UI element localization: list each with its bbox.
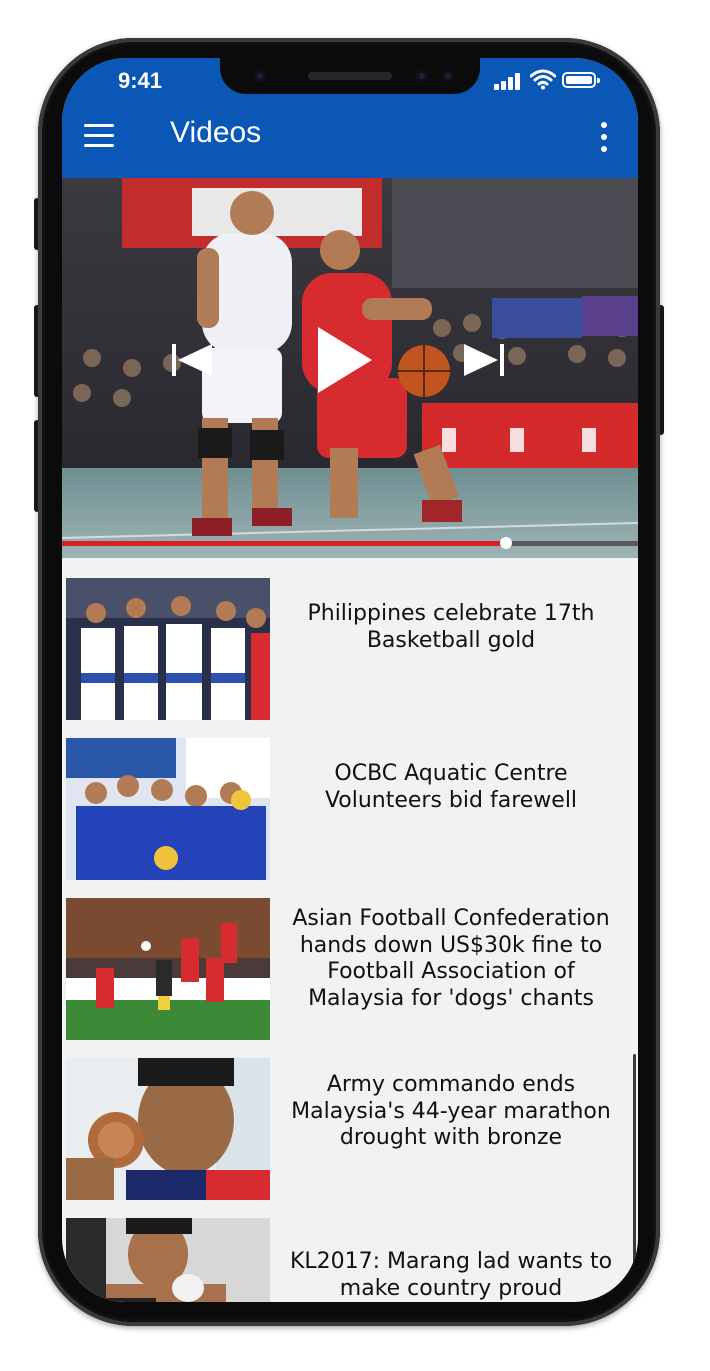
more-vertical-icon[interactable] — [594, 122, 614, 152]
scrollbar[interactable] — [633, 1054, 636, 1294]
list-item[interactable]: Asian Football Confederation hands down … — [62, 892, 638, 1040]
thumbnail-volunteers-group — [66, 738, 270, 880]
cellular-signal-icon — [494, 72, 524, 90]
video-title: Philippines celebrate 17th Basketball go… — [307, 601, 595, 653]
progress-scrubber[interactable] — [499, 537, 512, 549]
progress-bar[interactable] — [62, 537, 638, 549]
sensor-icon — [254, 70, 266, 82]
battery-icon — [562, 72, 600, 88]
thumbnail-boxer — [66, 1218, 270, 1302]
video-title: Army commando ends Malaysia's 44-year ma… — [291, 1072, 611, 1150]
video-player[interactable] — [62, 178, 638, 558]
status-time: 9:41 — [118, 68, 163, 93]
phone-screen: 9:41 Videos Philippines celebrate 17th B… — [62, 58, 638, 1302]
play-icon[interactable] — [314, 323, 376, 397]
video-title: Asian Football Confederation hands down … — [292, 906, 610, 1011]
video-title: OCBC Aquatic Centre Volunteers bid farew… — [324, 761, 578, 813]
progress-fill — [62, 541, 506, 546]
hamburger-menu-icon[interactable] — [84, 124, 114, 148]
app-bar: 9:41 Videos — [62, 58, 638, 178]
thumbnail-bronze-medalist — [66, 1058, 270, 1200]
list-item[interactable]: Philippines celebrate 17th Basketball go… — [62, 572, 638, 720]
thumbnail-basketball-team — [66, 578, 270, 720]
camera-icon — [416, 70, 428, 82]
page-title: Videos — [170, 116, 262, 149]
skip-previous-icon[interactable] — [170, 340, 214, 380]
list-item[interactable]: OCBC Aquatic Centre Volunteers bid farew… — [62, 732, 638, 880]
notch — [220, 58, 480, 94]
speaker-grille — [308, 72, 392, 80]
video-title: KL2017: Marang lad wants to make country… — [289, 1249, 613, 1301]
thumbnail-football-match — [66, 898, 270, 1040]
wifi-icon — [530, 69, 556, 90]
camera-icon — [442, 70, 454, 82]
list-item[interactable]: Army commando ends Malaysia's 44-year ma… — [62, 1052, 638, 1200]
list-item[interactable]: KL2017: Marang lad wants to make country… — [62, 1212, 638, 1302]
skip-next-icon[interactable] — [462, 340, 506, 380]
